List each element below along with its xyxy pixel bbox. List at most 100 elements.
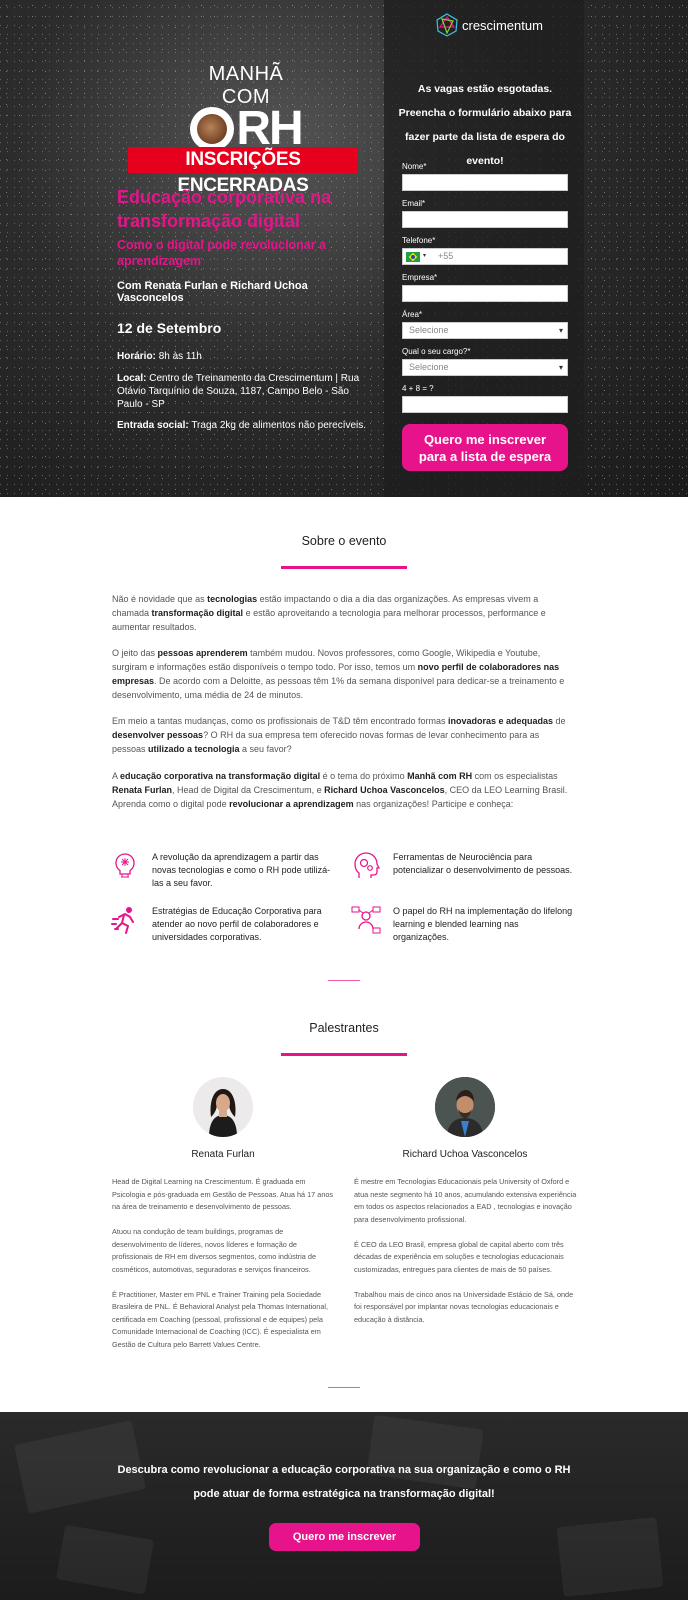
crescimentum-logo-icon — [436, 13, 458, 37]
paragraph-text: com os especialistas — [472, 771, 558, 781]
bio-paragraph: É CEO da LEO Brasil, empresa global de c… — [354, 1239, 564, 1274]
feature-text: Estratégias de Educação Corporativa para… — [152, 906, 322, 942]
speaker-bio-renata: Head de Digital Learning na Crescimentum… — [112, 1176, 337, 1364]
captcha-input[interactable] — [402, 396, 568, 413]
country-dropdown-icon[interactable]: ▾ — [423, 249, 426, 264]
paragraph-text: O jeito das — [112, 648, 158, 658]
crescimentum-logo: crescimentum — [434, 12, 543, 38]
bio-paragraph: É mestre em Tecnologias Educacionais pel… — [354, 1177, 577, 1224]
email-input[interactable] — [402, 211, 568, 228]
name-input[interactable] — [402, 174, 568, 191]
emphasized-text: revolucionar a aprendizagem — [229, 799, 354, 809]
bio-paragraph: É Practitioner, Master em PNL e Trainer … — [112, 1289, 329, 1349]
event-time: Horário: 8h às 11h — [117, 350, 377, 363]
cta-text: Descubra como revolucionar a educação co… — [117, 1464, 571, 1500]
section-divider — [328, 980, 360, 981]
emphasized-text: tecnologias — [207, 594, 258, 604]
event-subtitle: Como o digital pode revolucionar a apren… — [117, 238, 327, 268]
emphasized-text: educação corporativa na transformação di… — [120, 771, 321, 781]
about-paragraph-3: Em meio a tantas mudanças, como os profi… — [112, 714, 574, 756]
emphasized-text: Renata Furlan — [112, 785, 173, 795]
form-intro: As vagas estão esgotadas. Preencha o for… — [398, 83, 572, 167]
coffee-cup-icon — [190, 107, 235, 151]
event-date: 12 de Setembro — [117, 320, 222, 336]
emphasized-text: utilizado a tecnologia — [148, 744, 240, 754]
email-label: Email* — [402, 199, 426, 208]
paragraph-text: Não é novidade que as — [112, 594, 208, 604]
waitlist-submit-button[interactable]: Quero me inscrever para a lista de esper… — [402, 424, 568, 471]
head-gears-icon — [354, 852, 381, 878]
emphasized-text: desenvolver pessoas — [112, 730, 204, 740]
feature-text: A revolução da aprendizagem a partir das… — [152, 852, 331, 888]
event-social-entry: Entrada social: Traga 2kg de alimentos n… — [117, 419, 377, 432]
local-label: Local: — [117, 373, 147, 384]
event-speakers: Com Renata Furlan e Richard Uchoa Vascon… — [117, 280, 308, 304]
phone-input[interactable]: ▾ +55 — [402, 248, 568, 265]
feature-item: O papel do RH na implementação do lifelo… — [351, 905, 577, 944]
feature-item: Ferramentas de Neurociência para potenci… — [351, 851, 577, 881]
paragraph-text: . De acordo com a Deloitte, as pessoas t… — [112, 676, 565, 700]
emphasized-text: inovadoras e adequadas — [448, 716, 554, 726]
time-label: Horário: — [117, 351, 156, 362]
paragraph-text: é o tema do próximo — [320, 771, 408, 781]
registrations-closed-badge: INSCRIÇÕES ENCERRADAS — [128, 147, 358, 196]
speaker-bio-richard: É mestre em Tecnologias Educacionais pel… — [354, 1176, 579, 1339]
speakers-title: Palestrantes — [309, 1021, 379, 1035]
area-select[interactable]: Selecione — [402, 322, 568, 339]
paragraph-text: A — [112, 771, 121, 781]
about-title-underline — [281, 566, 407, 569]
event-title: Educação corporativa na transformação di… — [117, 187, 332, 231]
paragraph-text: , Head de Digital da Crescimentum, e — [172, 785, 325, 795]
about-title: Sobre o evento — [301, 534, 387, 548]
paragraph-text: a seu favor? — [239, 744, 292, 754]
background-laptop-shape — [556, 1516, 664, 1598]
role-select[interactable]: Selecione — [402, 359, 568, 376]
feature-item: Estratégias de Educação Corporativa para… — [110, 905, 332, 944]
feature-text: Ferramentas de Neurociência para potenci… — [393, 852, 573, 875]
speaker-name-richard: Richard Uchoa Vasconcelos — [402, 1149, 528, 1160]
cta-register-button[interactable]: Quero me inscrever — [269, 1523, 420, 1551]
paragraph-text: Em meio a tantas mudanças, como os profi… — [112, 716, 448, 726]
time-value: 8h às 11h — [158, 351, 202, 362]
about-paragraph-1: Não é novidade que as tecnologias estão … — [112, 592, 574, 634]
cta-section — [0, 1412, 688, 1600]
avatar-richard — [435, 1077, 495, 1137]
area-label: Área* — [402, 310, 423, 319]
social-value: Traga 2kg de alimentos não perecíveis. — [191, 420, 367, 431]
feature-item: A revolução da aprendizagem a partir das… — [110, 851, 332, 890]
company-input[interactable] — [402, 285, 568, 302]
emphasized-text: pessoas aprenderem — [157, 648, 248, 658]
emphasized-text: Manhã com RH — [407, 771, 473, 781]
role-label: Qual o seu cargo?* — [402, 347, 471, 356]
about-paragraph-2: O jeito das pessoas aprenderem também mu… — [112, 646, 574, 702]
speakers-title-underline — [281, 1053, 407, 1056]
phone-label: Telefone* — [402, 236, 436, 245]
running-person-icon — [111, 907, 134, 934]
avatar-renata — [193, 1077, 253, 1137]
social-label: Entrada social: — [117, 420, 189, 431]
brazil-flag-icon[interactable] — [406, 251, 420, 262]
logo-line2: RH — [236, 102, 303, 155]
name-label: Nome* — [402, 162, 427, 171]
captcha-label: 4 + 8 = ? — [402, 384, 434, 393]
bio-paragraph: Head de Digital Learning na Crescimentum… — [112, 1177, 334, 1211]
bio-paragraph: Trabalhou mais de cinco anos na Universi… — [354, 1289, 574, 1324]
local-value: Centro de Treinamento da Crescimentum | … — [117, 373, 360, 410]
paragraph-text: nas organizações! Participe e conheça: — [353, 799, 514, 809]
manha-com-rh-logo: MANHÃ COM RH — [186, 63, 306, 155]
paragraph-text: de — [553, 716, 566, 726]
company-label: Empresa* — [402, 273, 438, 282]
person-network-icon — [351, 906, 381, 934]
background-laptop-shape — [55, 1524, 155, 1595]
about-paragraph-4: A educação corporativa na transformação … — [112, 769, 574, 811]
speaker-name-renata: Renata Furlan — [191, 1149, 255, 1160]
crescimentum-brand-text: crescimentum — [462, 17, 543, 33]
event-location: Local: Centro de Treinamento da Crescime… — [117, 372, 377, 411]
feature-text: O papel do RH na implementação do lifelo… — [393, 906, 573, 942]
emphasized-text: Richard Uchoa Vasconcelos — [324, 785, 445, 795]
brain-lightbulb-icon — [115, 853, 135, 878]
emphasized-text: transformação digital — [151, 608, 244, 618]
phone-prefix: +55 — [438, 251, 454, 261]
section-divider — [328, 1387, 360, 1388]
bio-paragraph: Atuou na condução de team buildings, pro… — [112, 1227, 316, 1274]
